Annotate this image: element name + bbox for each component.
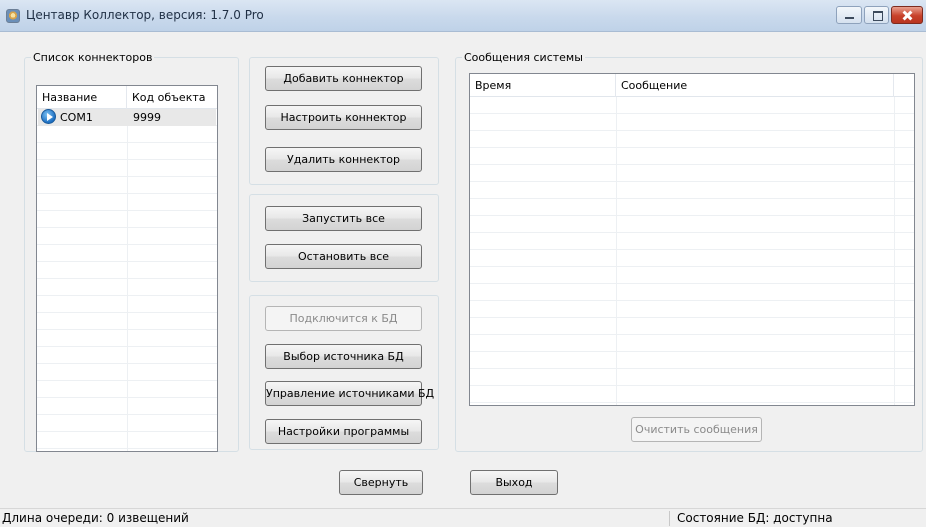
program-settings-button[interactable]: Настройки программы [265,419,422,444]
table-row[interactable]: COM1 9999 [38,109,216,126]
add-connector-button[interactable]: Добавить коннектор [265,66,422,91]
column-header-message[interactable]: Сообщение [616,74,894,97]
connector-code: 9999 [133,111,161,124]
messages-group-label: Сообщения системы [462,51,585,64]
column-header-name[interactable]: Название [37,86,127,109]
connectors-table[interactable]: Название Код объекта COM1 9999 [36,85,218,452]
minimize-app-button[interactable]: Свернуть [339,470,423,495]
column-divider [616,97,617,405]
title-bar[interactable]: Центавр Коллектор, версия: 1.7.0 Pro [0,0,926,32]
db-state-status: Состояние БД: доступна [677,511,833,525]
select-db-source-button[interactable]: Выбор источника БД [265,344,422,369]
minimize-icon[interactable] [836,6,862,24]
close-icon[interactable] [891,6,923,24]
start-all-button[interactable]: Запустить все [265,206,422,231]
connect-db-button[interactable]: Подключится к БД [265,306,422,331]
delete-connector-button[interactable]: Удалить коннектор [265,147,422,172]
app-icon [6,9,20,23]
messages-table-header: Время Сообщение [470,74,914,97]
clear-messages-button[interactable]: Очистить сообщения [631,417,762,442]
column-header-object-code[interactable]: Код объекта [127,86,217,109]
status-bar: Длина очереди: 0 извещений Состояние БД:… [0,508,926,527]
column-divider [127,109,128,451]
manage-db-sources-button[interactable]: Управление источниками БД [265,381,434,406]
queue-length-status: Длина очереди: 0 извещений [2,511,189,525]
status-separator [669,511,670,526]
connectors-table-header: Название Код объекта [37,86,217,109]
column-divider [894,97,895,405]
maximize-icon[interactable] [864,6,889,24]
connectors-group-label: Список коннекторов [31,51,155,64]
window-title: Центавр Коллектор, версия: 1.7.0 Pro [26,8,264,22]
messages-table[interactable]: Время Сообщение [469,73,915,406]
exit-button[interactable]: Выход [470,470,558,495]
configure-connector-button[interactable]: Настроить коннектор [265,105,422,130]
stop-all-button[interactable]: Остановить все [265,244,422,269]
column-header-time[interactable]: Время [470,74,616,97]
messages-table-body [470,97,914,405]
connector-name: COM1 [60,111,93,124]
play-circle-icon [41,109,56,124]
